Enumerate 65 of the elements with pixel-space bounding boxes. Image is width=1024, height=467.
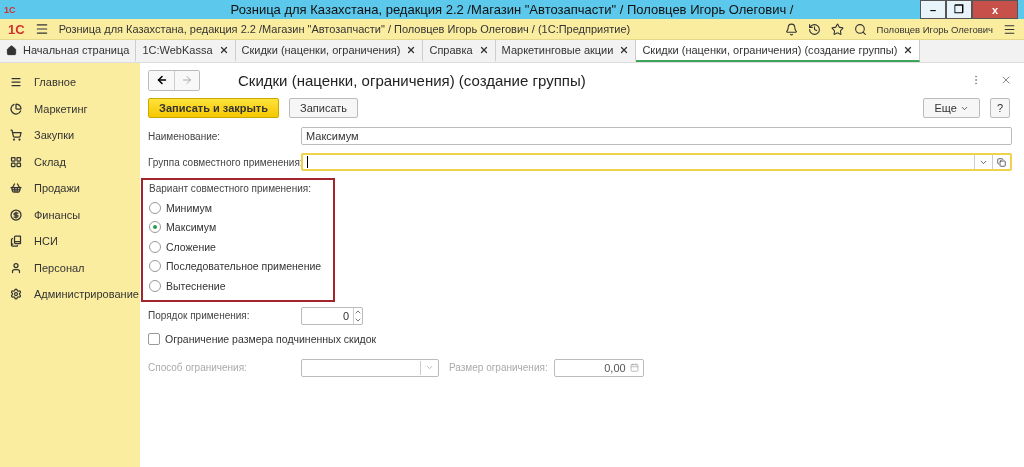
user-name[interactable]: Половцев Игорь Олегович <box>876 23 993 35</box>
menu-icon[interactable] <box>34 22 49 36</box>
save-button[interactable]: Записать <box>289 98 359 118</box>
close-icon[interactable] <box>903 45 914 55</box>
size-field: 0,00 <box>553 358 644 377</box>
sidebar-item[interactable]: Склад <box>0 148 140 175</box>
sidebar-item[interactable]: Закупки <box>0 122 140 149</box>
list-icon <box>10 76 22 89</box>
close-icon[interactable] <box>218 45 229 55</box>
app-logo: 1С <box>4 4 16 15</box>
close-icon[interactable] <box>619 45 630 55</box>
sidebar-item[interactable]: Маркетинг <box>0 95 140 122</box>
sidebar-item[interactable]: Персонал <box>0 254 140 281</box>
field-label: Группа совместного применения: <box>148 156 301 168</box>
sidebar-item[interactable]: НСИ <box>0 228 140 255</box>
sidebar-item[interactable]: Администрирование <box>0 281 140 308</box>
limit-checkbox[interactable]: Ограничение размера подчиненных скидок <box>148 329 377 349</box>
field-label: Наименование: <box>148 130 222 142</box>
coin-icon <box>10 208 22 221</box>
left-arrow-icon <box>155 74 168 86</box>
window-title: Розница для Казахстана, редакция 2.2 /Магазин "Автозапчасти" / Половцев Игорь Олегович / <box>230 2 794 17</box>
home-icon <box>6 44 17 56</box>
restore-button[interactable]: ❐ <box>946 0 972 19</box>
sidebar-item[interactable]: Главное <box>0 69 140 96</box>
help-button[interactable]: ? <box>989 98 1010 118</box>
order-field[interactable]: 0 <box>301 306 363 325</box>
tab[interactable]: Скидки (наценки, ограничения) (создание группы) <box>636 40 921 62</box>
basket-icon <box>10 182 22 195</box>
search-icon[interactable] <box>853 22 867 36</box>
name-field[interactable]: Максимум <box>301 127 1012 145</box>
more-button[interactable]: Еще <box>923 98 980 118</box>
cart-icon <box>10 129 22 142</box>
menu-icon[interactable] <box>1003 22 1016 36</box>
close-icon[interactable] <box>406 45 417 55</box>
field-label: Порядок применения: <box>148 310 251 321</box>
radio-option[interactable]: Последовательное применение <box>149 256 322 276</box>
radio-option[interactable]: Сложение <box>149 237 216 257</box>
close-button[interactable]: x <box>972 0 1018 19</box>
history-icon[interactable] <box>807 22 821 36</box>
right-arrow-icon <box>181 74 193 86</box>
group-label: Вариант совместного применения: <box>149 182 311 196</box>
sidebar-item[interactable]: Продажи <box>0 175 140 202</box>
books-icon <box>10 235 22 248</box>
form-title: Скидки (наценки, ограничения) (создание группы) <box>238 71 587 89</box>
radio-option[interactable]: Максимум <box>149 217 217 237</box>
pie-chart-icon <box>10 102 22 115</box>
back-button[interactable] <box>149 70 174 90</box>
star-icon[interactable] <box>830 22 844 36</box>
close-icon[interactable] <box>478 45 489 55</box>
app-logo: 1С <box>8 21 25 37</box>
save-close-button[interactable]: Записать и закрыть <box>148 98 280 118</box>
settings-icon <box>10 288 22 301</box>
minimize-button[interactable]: – <box>920 0 946 19</box>
group-field[interactable] <box>301 153 1012 171</box>
radio-option[interactable]: Минимум <box>149 198 212 218</box>
sidebar-item[interactable]: Финансы <box>0 201 140 228</box>
grid-icon <box>10 155 22 168</box>
bell-icon[interactable] <box>784 22 798 36</box>
caret-icon <box>425 363 434 372</box>
radio-option[interactable]: Вытеснение <box>149 276 226 296</box>
app-path: Розница для Казахстана, редакция 2.2 /Магазин "Автозапчасти" / Половцев Игорь Олегович / (1С:Предприятие) <box>58 23 632 35</box>
open-icon[interactable] <box>997 157 1006 167</box>
field-label: Способ ограничения: <box>148 362 248 373</box>
field-label: Размер ограничения: <box>449 362 548 373</box>
person-icon <box>10 261 22 274</box>
